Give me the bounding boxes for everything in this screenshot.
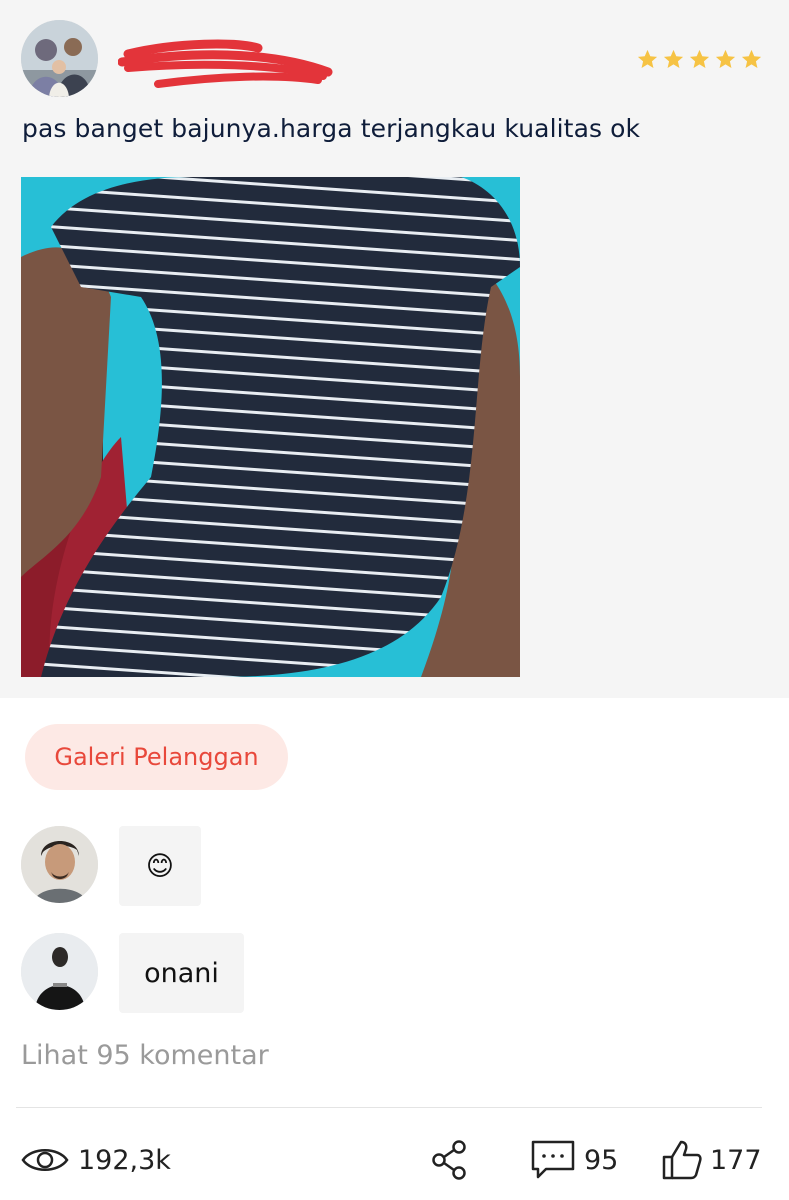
review-card: pas banget bajunya.harga terjangkau kual… xyxy=(0,0,789,698)
thumbs-up-icon xyxy=(662,1140,702,1180)
star-icon xyxy=(689,49,710,69)
comment-icon xyxy=(531,1140,575,1179)
comment-bubble: onani xyxy=(119,933,244,1013)
customer-gallery-button[interactable]: Galeri Pelanggan xyxy=(25,724,288,790)
star-icon xyxy=(637,49,658,69)
eye-icon xyxy=(21,1149,69,1171)
rating-stars xyxy=(636,48,763,71)
comments-count: 95 xyxy=(584,1144,619,1176)
commenter-avatar[interactable] xyxy=(21,933,98,1010)
comments-button[interactable]: 95 xyxy=(530,1130,618,1190)
share-icon xyxy=(432,1140,466,1180)
reviewer-avatar[interactable] xyxy=(21,20,98,97)
star-icon xyxy=(663,49,684,69)
comment-text: 😊 xyxy=(145,850,175,882)
comment-bubble: 😊 xyxy=(119,826,201,906)
star-icon xyxy=(741,49,762,69)
like-button[interactable]: 177 xyxy=(662,1130,762,1190)
comment-text: onani xyxy=(144,957,219,989)
divider xyxy=(16,1107,762,1108)
commenter-avatar[interactable] xyxy=(21,826,98,903)
see-all-comments-link[interactable]: Lihat 95 komentar xyxy=(21,1040,269,1071)
star-icon xyxy=(715,49,736,69)
likes-count: 177 xyxy=(710,1144,762,1176)
views-stat: 192,3k xyxy=(20,1130,171,1190)
stats-bar: 192,3k 95 177 xyxy=(0,1130,789,1190)
reviewer-name-redacted xyxy=(117,36,338,100)
review-text: pas banget bajunya.harga terjangkau kual… xyxy=(22,114,641,143)
review-photo[interactable] xyxy=(21,177,520,677)
views-count: 192,3k xyxy=(78,1144,171,1176)
share-button[interactable] xyxy=(430,1130,470,1190)
